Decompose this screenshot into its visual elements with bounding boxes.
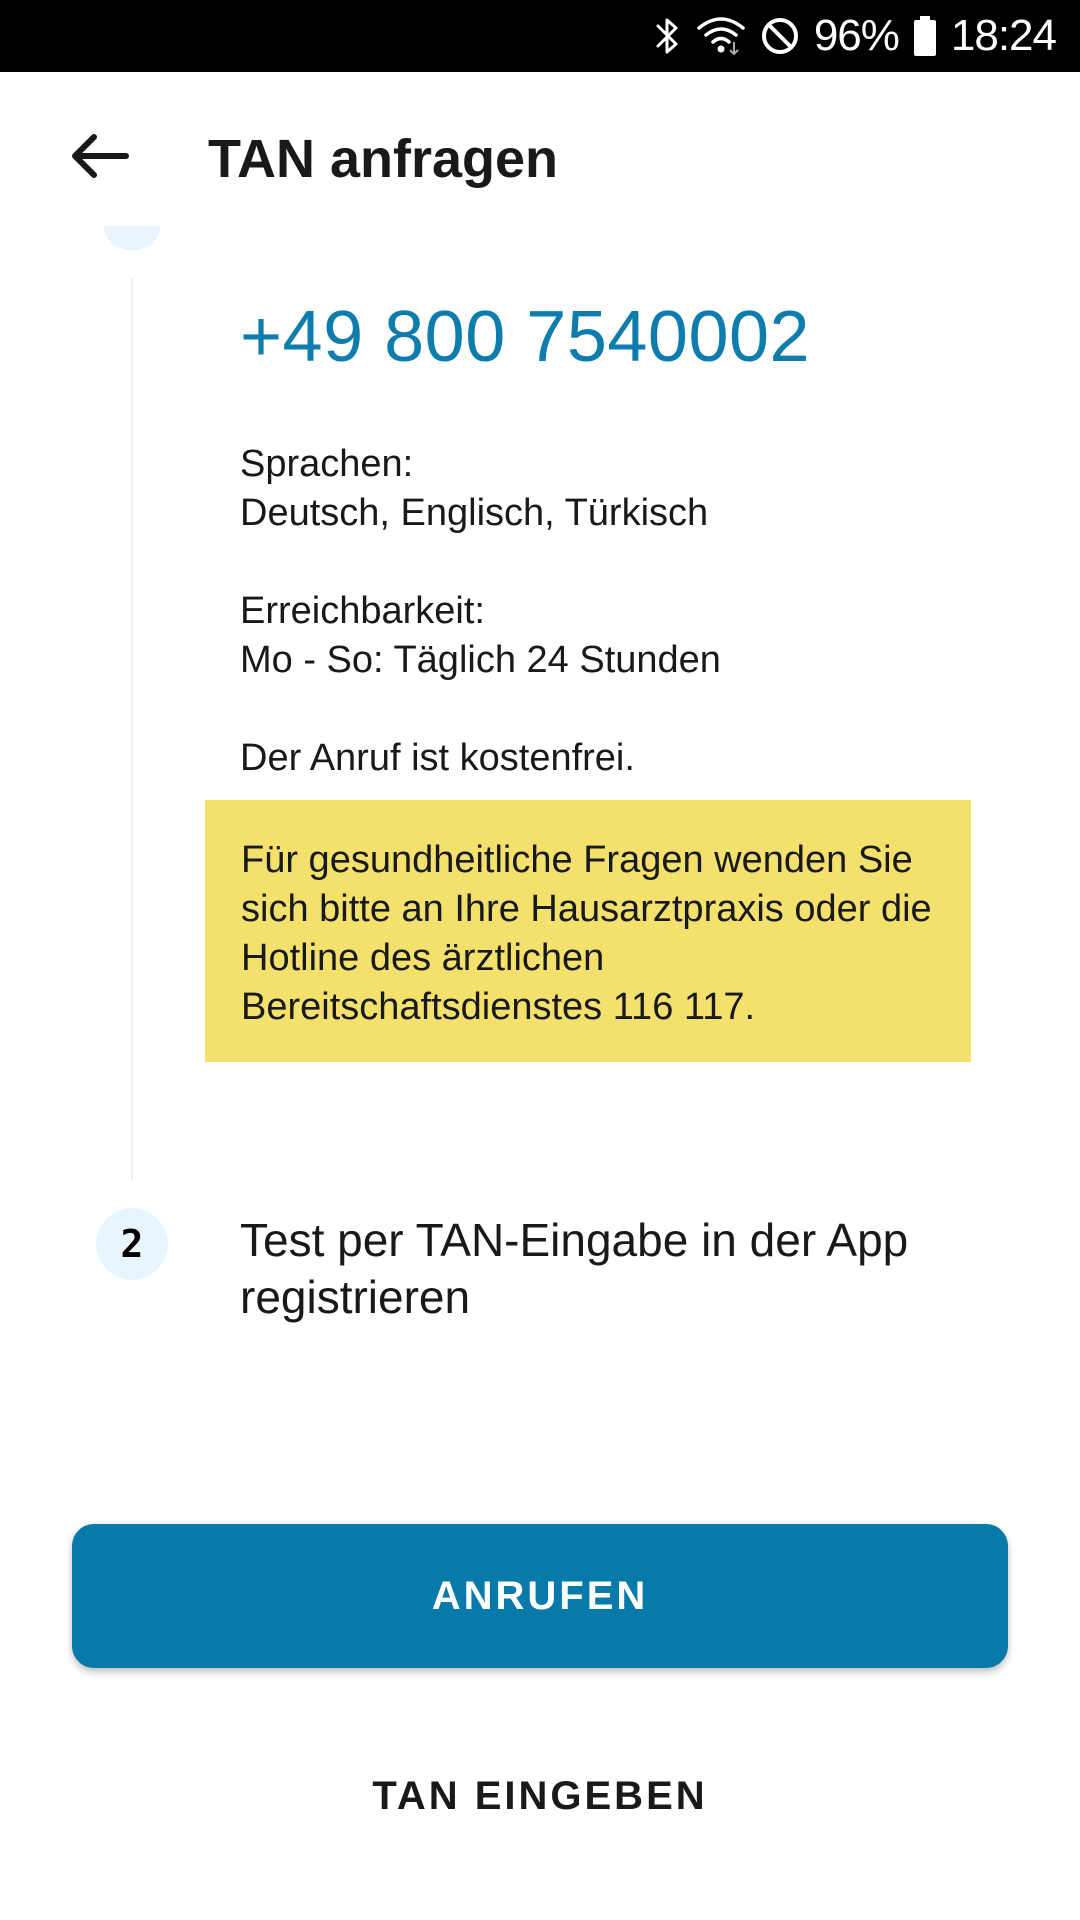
availability-info: Erreichbarkeit: Mo - So: Täglich 24 Stun… <box>240 587 721 685</box>
back-button[interactable] <box>56 114 144 202</box>
battery-percent: 96% <box>813 11 900 60</box>
languages-label: Sprachen: <box>240 443 414 485</box>
hotline-phone-number[interactable]: +49 800 7540002 <box>240 296 810 378</box>
languages-info: Sprachen: Deutsch, Englisch, Türkisch <box>240 440 708 538</box>
enter-tan-button[interactable]: TAN EINGEBEN <box>72 1736 1008 1856</box>
call-button[interactable]: ANRUFEN <box>72 1524 1008 1668</box>
app-bar: TAN anfragen <box>0 72 1080 244</box>
status-bar: 96% 18:24 <box>0 0 1080 72</box>
timeline-line <box>131 278 133 1180</box>
step-2-circle: 2 <box>96 1208 168 1280</box>
bluetooth-icon <box>654 12 682 60</box>
do-not-disturb-icon <box>760 12 800 60</box>
wifi-icon <box>696 12 746 60</box>
step-1-circle <box>104 226 160 250</box>
availability-label: Erreichbarkeit: <box>240 590 485 632</box>
cost-note: Der Anruf ist kostenfrei. <box>240 737 635 779</box>
battery-icon <box>913 12 937 60</box>
step-2-label: Test per TAN-Eingabe in der App registri… <box>240 1214 909 1323</box>
arrow-left-icon <box>70 132 130 185</box>
page-title: TAN anfragen <box>208 129 559 189</box>
clock: 18:24 <box>950 11 1057 60</box>
availability-value: Mo - So: Täglich 24 Stunden <box>240 639 721 681</box>
health-notice-box: Für gesundheitliche Fragen wenden Sie si… <box>205 800 971 1062</box>
health-notice-text: Für gesundheitliche Fragen wenden Sie si… <box>241 839 932 1028</box>
languages-value: Deutsch, Englisch, Türkisch <box>240 492 709 534</box>
